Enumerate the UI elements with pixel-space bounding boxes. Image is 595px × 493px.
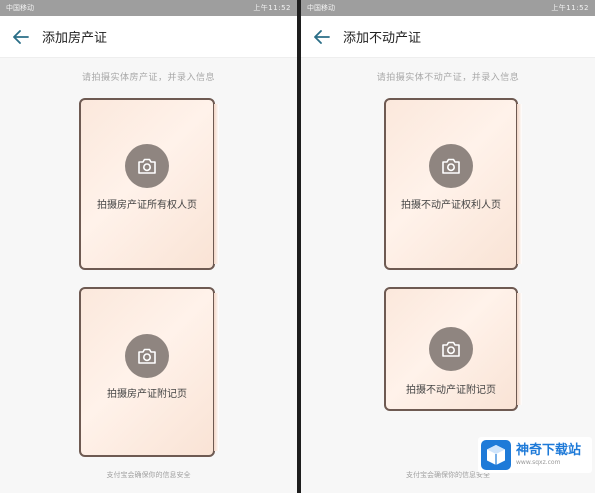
security-notice: 支付宝会确保你的信息安全: [106, 471, 191, 479]
app-bar: 添加不动产证: [301, 16, 595, 58]
left-screen: 中国移动 上午11:52 添加房产证 请拍摄实体房产证，并录入信息 拍摄房产证所…: [0, 0, 297, 493]
owner-page-upload-card[interactable]: 拍摄房产证所有权人页: [79, 98, 219, 270]
back-arrow-icon: [314, 29, 330, 44]
watermark-name: 神奇下载站: [516, 443, 582, 458]
status-bar: 中国移动 上午11:52: [301, 0, 595, 16]
status-carrier: 中国移动: [307, 4, 335, 12]
card-label: 拍摄房产证附记页: [107, 389, 187, 400]
instruction-text: 请拍摄实体房产证，并录入信息: [81, 73, 215, 83]
camera-button[interactable]: [125, 334, 169, 378]
attached-notes-upload-card[interactable]: 拍摄不动产证附记页: [384, 287, 522, 411]
back-button[interactable]: [301, 16, 343, 58]
instruction-text: 请拍摄实体不动产证，并录入信息: [376, 73, 520, 83]
app-bar: 添加房产证: [0, 16, 297, 58]
card-label: 拍摄不动产证附记页: [406, 385, 496, 396]
camera-button[interactable]: [125, 144, 169, 188]
card-label: 拍摄房产证所有权人页: [97, 200, 197, 211]
camera-icon: [442, 341, 460, 357]
attached-notes-upload-card[interactable]: 拍摄房产证附记页: [79, 287, 219, 457]
camera-button[interactable]: [429, 144, 473, 188]
page-title: 添加房产证: [42, 31, 108, 46]
camera-icon: [442, 158, 460, 174]
back-arrow-icon: [13, 29, 29, 44]
status-time: 上午11:52: [551, 4, 589, 12]
site-watermark: 神奇下载站 www.sqxz.com: [478, 437, 592, 473]
camera-button[interactable]: [429, 327, 473, 371]
status-time: 上午11:52: [253, 4, 291, 12]
page-title: 添加不动产证: [343, 31, 422, 46]
right-screen: 中国移动 上午11:52 添加不动产证 请拍摄实体不动产证，并录入信息 拍摄不动…: [301, 0, 595, 493]
watermark-url: www.sqxz.com: [516, 459, 561, 466]
camera-icon: [138, 348, 156, 364]
owner-page-upload-card[interactable]: 拍摄不动产证权利人页: [384, 98, 522, 270]
camera-icon: [138, 158, 156, 174]
status-bar: 中国移动 上午11:52: [0, 0, 297, 16]
cube-logo-icon: [481, 440, 511, 470]
back-button[interactable]: [0, 16, 42, 58]
card-label: 拍摄不动产证权利人页: [401, 200, 501, 211]
status-carrier: 中国移动: [6, 4, 34, 12]
